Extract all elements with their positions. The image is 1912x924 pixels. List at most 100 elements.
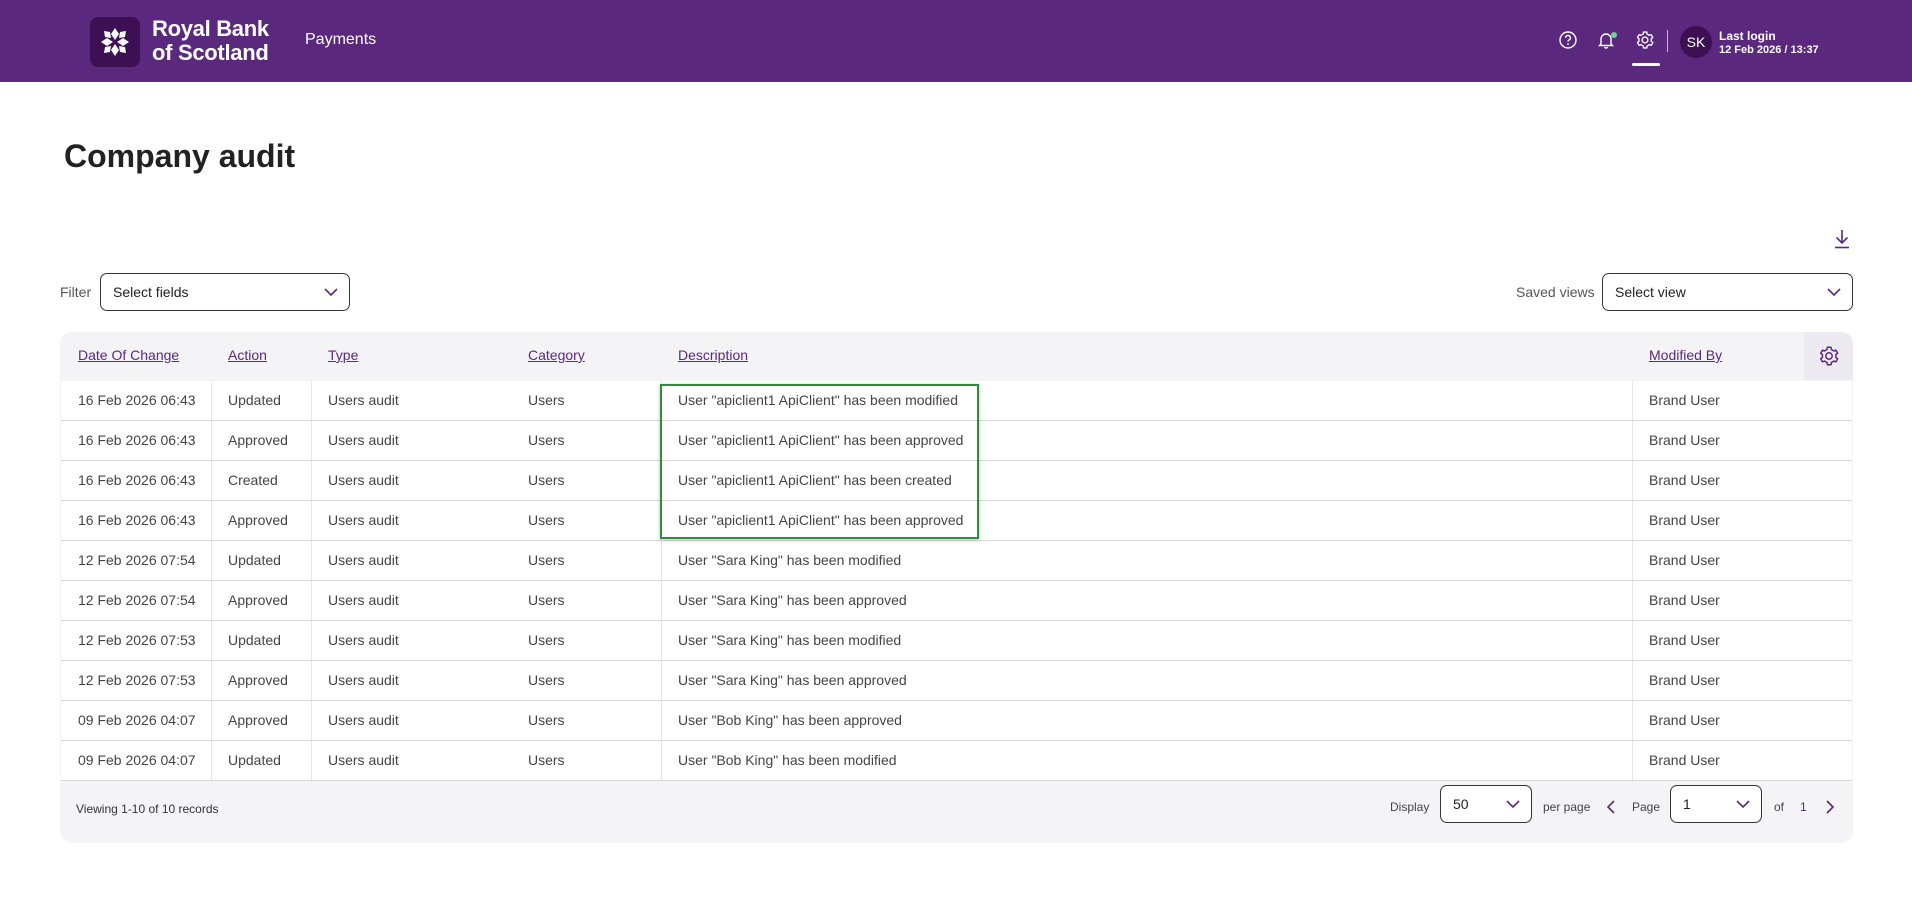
header-type[interactable]: Type <box>328 347 358 363</box>
rbs-logo[interactable] <box>90 17 140 67</box>
header-action[interactable]: Action <box>228 347 267 363</box>
cell-type: Users audit <box>328 472 399 488</box>
column-divider <box>211 461 212 500</box>
cell-date: 12 Feb 2026 07:53 <box>78 672 196 688</box>
table-row[interactable]: 16 Feb 2026 06:43 Approved Users audit U… <box>61 501 1852 541</box>
table-row[interactable]: 09 Feb 2026 04:07 Updated Users audit Us… <box>61 741 1852 781</box>
table-row[interactable]: 12 Feb 2026 07:53 Approved Users audit U… <box>61 661 1852 701</box>
filter-select-value: Select fields <box>113 284 189 300</box>
column-divider <box>1632 661 1633 700</box>
cell-modified-by: Brand User <box>1649 672 1720 688</box>
column-divider <box>661 741 662 780</box>
column-divider <box>661 461 662 500</box>
gear-icon[interactable] <box>1635 30 1657 52</box>
column-divider <box>1632 381 1633 420</box>
table-row[interactable]: 12 Feb 2026 07:53 Updated Users audit Us… <box>61 621 1852 661</box>
column-divider <box>1632 741 1633 780</box>
brand-line-2: of Scotland <box>152 40 269 65</box>
bell-icon[interactable] <box>1596 30 1618 52</box>
table-row[interactable]: 12 Feb 2026 07:54 Approved Users audit U… <box>61 581 1852 621</box>
header-category[interactable]: Category <box>528 347 585 363</box>
gear-icon <box>1819 346 1839 366</box>
cell-category: Users <box>528 552 565 568</box>
cell-action: Updated <box>228 632 281 648</box>
cell-category: Users <box>528 712 565 728</box>
last-login-title: Last login <box>1719 29 1776 43</box>
audit-table-body: 16 Feb 2026 06:43 Updated Users audit Us… <box>61 381 1852 781</box>
cell-action: Updated <box>228 392 281 408</box>
column-divider <box>311 381 312 420</box>
column-settings-button[interactable] <box>1804 332 1853 380</box>
brand-name: Royal Bank of Scotland <box>152 17 269 65</box>
help-icon[interactable] <box>1558 30 1580 52</box>
table-row[interactable]: 09 Feb 2026 04:07 Approved Users audit U… <box>61 701 1852 741</box>
column-divider <box>311 541 312 580</box>
header-description[interactable]: Description <box>678 347 748 363</box>
cell-type: Users audit <box>328 392 399 408</box>
column-divider <box>661 421 662 460</box>
filter-select[interactable]: Select fields <box>100 273 350 311</box>
cell-date: 16 Feb 2026 06:43 <box>78 392 196 408</box>
cell-type: Users audit <box>328 432 399 448</box>
cell-description: User "apiclient1 ApiClient" has been mod… <box>678 392 958 408</box>
cell-date: 12 Feb 2026 07:54 <box>78 552 196 568</box>
table-row[interactable]: 16 Feb 2026 06:43 Approved Users audit U… <box>61 421 1852 461</box>
cell-category: Users <box>528 672 565 688</box>
column-divider <box>211 661 212 700</box>
per-page-select[interactable]: 50 <box>1440 785 1532 823</box>
column-divider <box>211 381 212 420</box>
column-divider <box>211 581 212 620</box>
cell-action: Approved <box>228 712 288 728</box>
column-divider <box>1632 541 1633 580</box>
cell-description: User "Sara King" has been approved <box>678 672 907 688</box>
cell-description: User "apiclient1 ApiClient" has been cre… <box>678 472 952 488</box>
cell-action: Updated <box>228 752 281 768</box>
column-divider <box>311 581 312 620</box>
cell-category: Users <box>528 592 565 608</box>
column-divider <box>311 461 312 500</box>
cell-category: Users <box>528 512 565 528</box>
chevron-down-icon <box>1827 288 1841 297</box>
cell-category: Users <box>528 752 565 768</box>
cell-action: Created <box>228 472 278 488</box>
cell-action: Approved <box>228 592 288 608</box>
per-page-value: 50 <box>1453 796 1469 812</box>
download-icon[interactable] <box>1832 228 1854 252</box>
column-divider <box>211 621 212 660</box>
cell-date: 12 Feb 2026 07:54 <box>78 592 196 608</box>
cell-modified-by: Brand User <box>1649 472 1720 488</box>
header-modified-by[interactable]: Modified By <box>1649 347 1722 363</box>
column-divider <box>1632 421 1633 460</box>
column-divider <box>661 661 662 700</box>
page-select[interactable]: 1 <box>1670 785 1762 823</box>
avatar[interactable]: SK <box>1680 26 1712 58</box>
top-header: Royal Bank of Scotland Payments SK Last … <box>0 0 1912 82</box>
cell-description: User "Bob King" has been modified <box>678 752 897 768</box>
column-divider <box>1632 461 1633 500</box>
column-divider <box>211 541 212 580</box>
column-divider <box>661 621 662 660</box>
header-date-of-change[interactable]: Date Of Change <box>78 347 179 363</box>
table-row[interactable]: 16 Feb 2026 06:43 Updated Users audit Us… <box>61 381 1852 421</box>
column-divider <box>661 381 662 420</box>
column-divider <box>211 701 212 740</box>
total-pages: 1 <box>1800 800 1807 814</box>
last-login-time: 12 Feb 2026 / 13:37 <box>1719 44 1819 56</box>
cell-modified-by: Brand User <box>1649 592 1720 608</box>
cell-description: User "Sara King" has been modified <box>678 552 902 568</box>
saved-views-select[interactable]: Select view <box>1602 273 1853 311</box>
header-divider <box>1667 30 1668 52</box>
cell-category: Users <box>528 392 565 408</box>
previous-page-icon[interactable] <box>1606 799 1618 815</box>
column-divider <box>661 701 662 740</box>
next-page-icon[interactable] <box>1825 799 1837 815</box>
settings-active-indicator <box>1632 63 1660 66</box>
cell-modified-by: Brand User <box>1649 552 1720 568</box>
cell-description: User "Sara King" has been approved <box>678 592 907 608</box>
table-row[interactable]: 12 Feb 2026 07:54 Updated Users audit Us… <box>61 541 1852 581</box>
column-divider <box>1632 501 1633 540</box>
cell-description: User "Bob King" has been approved <box>678 712 902 728</box>
nav-payments-link[interactable]: Payments <box>305 31 376 49</box>
table-row[interactable]: 16 Feb 2026 06:43 Created Users audit Us… <box>61 461 1852 501</box>
column-divider <box>1632 581 1633 620</box>
